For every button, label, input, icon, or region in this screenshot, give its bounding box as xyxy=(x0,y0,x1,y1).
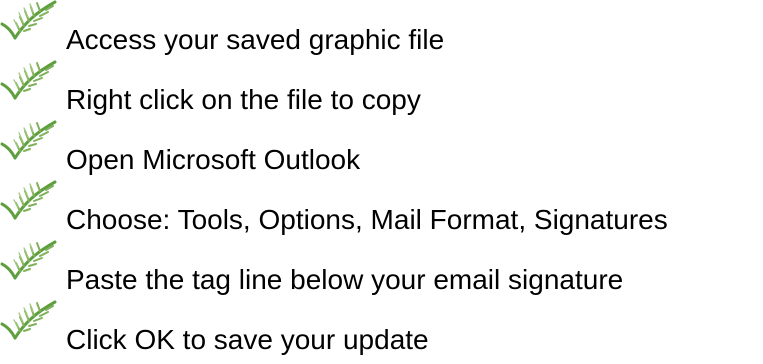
instruction-list: Access your saved graphic file Right cli… xyxy=(0,0,763,364)
fern-check-icon xyxy=(0,0,62,40)
step-1-text: Access your saved graphic file xyxy=(66,24,445,55)
list-item: Click OK to save your update xyxy=(0,300,763,360)
step-5-text: Paste the tag line below your email sign… xyxy=(66,264,624,295)
step-3-text: Open Microsoft Outlook xyxy=(66,144,361,175)
fern-check-icon xyxy=(0,300,62,340)
list-item: Choose: Tools, Options, Mail Format, Sig… xyxy=(0,180,763,240)
step-2-text: Right click on the file to copy xyxy=(66,84,421,115)
fern-check-icon xyxy=(0,120,62,160)
list-item: Open Microsoft Outlook xyxy=(0,120,763,180)
list-item: Right click on the file to copy xyxy=(0,60,763,120)
fern-check-icon xyxy=(0,60,62,100)
fern-check-icon xyxy=(0,240,62,280)
fern-check-icon xyxy=(0,180,62,220)
step-6-text: Click OK to save your update xyxy=(66,324,429,355)
step-4-text: Choose: Tools, Options, Mail Format, Sig… xyxy=(66,204,668,235)
list-item: Access your saved graphic file xyxy=(0,0,763,60)
list-item: Paste the tag line below your email sign… xyxy=(0,240,763,300)
